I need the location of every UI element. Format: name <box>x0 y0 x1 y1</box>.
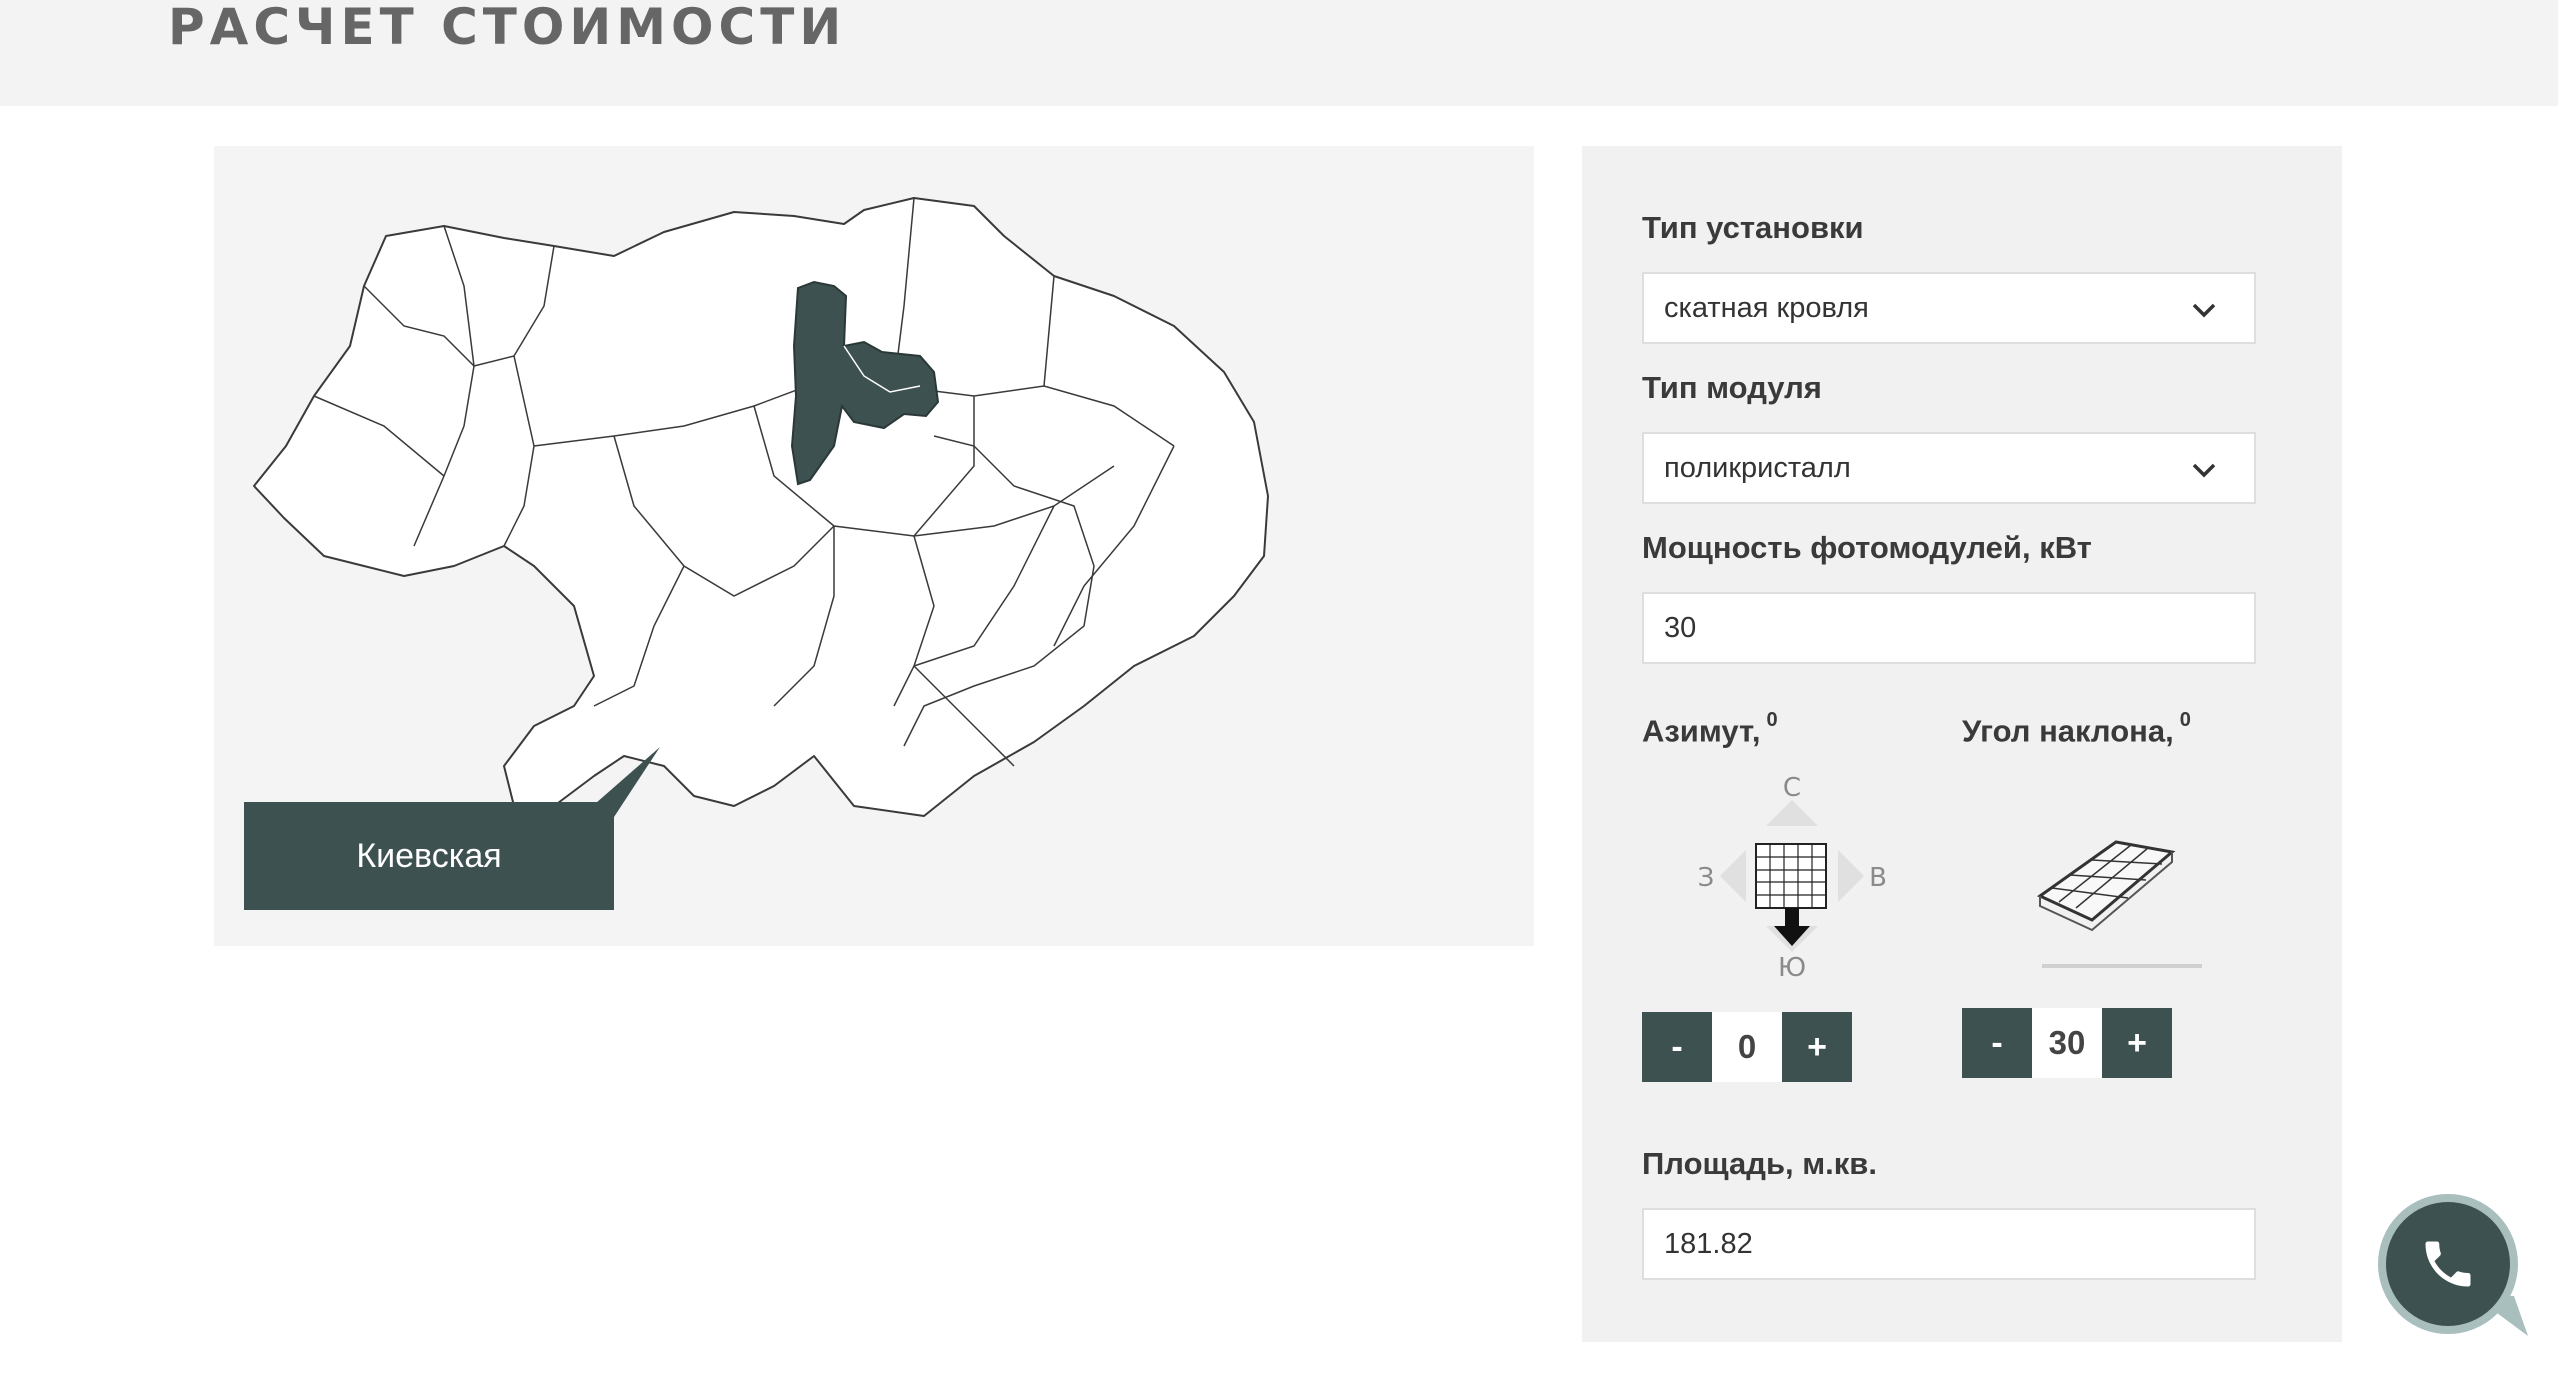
azimuth-label: Азимут, 0 <box>1642 706 1778 749</box>
page-title: РАСЧЕТ СТОИМОСТИ <box>168 0 847 56</box>
power-input[interactable]: 30 <box>1642 592 2256 664</box>
chevron-down-icon <box>2192 463 2216 478</box>
tilt-decrease-button[interactable]: - <box>1962 1008 2032 1078</box>
map-outline <box>253 197 1269 817</box>
calculator-form: Тип установки скатная кровля Тип модуля … <box>1582 146 2342 1342</box>
selected-region-label: Киевская <box>244 802 614 910</box>
phone-icon <box>2425 1241 2471 1287</box>
install-type-label: Тип установки <box>1642 210 1864 245</box>
install-type-value: скатная кровля <box>1664 292 1869 324</box>
chevron-down-icon <box>2192 303 2216 318</box>
tilt-label: Угол наклона, 0 <box>1962 706 2191 749</box>
tilt-degree-unit: 0 <box>2179 709 2191 731</box>
module-type-value: поликристалл <box>1664 452 1851 484</box>
azimuth-compass-icon: С З В Ю <box>1698 773 1887 980</box>
azimuth-label-text: Азимут, <box>1642 713 1761 749</box>
compass-west: З <box>1698 863 1715 893</box>
compass-east: В <box>1869 863 1887 893</box>
compass-north: С <box>1783 773 1801 803</box>
tilt-value[interactable]: 30 <box>2032 1008 2102 1078</box>
module-type-select[interactable]: поликристалл <box>1642 432 2256 504</box>
azimuth-value[interactable]: 0 <box>1712 1012 1782 1082</box>
area-label: Площадь, м.кв. <box>1642 1146 1877 1181</box>
tilt-baseline <box>2042 964 2202 968</box>
azimuth-degree-unit: 0 <box>1766 709 1778 731</box>
module-type-label: Тип модуля <box>1642 370 1822 405</box>
compass-south: Ю <box>1778 953 1806 980</box>
call-button[interactable] <box>2378 1194 2518 1334</box>
azimuth-stepper: - 0 + <box>1642 1012 1852 1082</box>
install-type-select[interactable]: скатная кровля <box>1642 272 2256 344</box>
tilt-increase-button[interactable]: + <box>2102 1008 2172 1078</box>
tilt-stepper: - 30 + <box>1962 1008 2172 1078</box>
map-panel: Киевская <box>214 146 1534 946</box>
top-bar: РАСЧЕТ СТОИМОСТИ <box>0 0 2558 106</box>
azimuth-increase-button[interactable]: + <box>1782 1012 1852 1082</box>
area-input[interactable]: 181.82 <box>1642 1208 2256 1280</box>
power-label: Мощность фотомодулей, кВт <box>1642 530 2092 565</box>
tilt-label-text: Угол наклона, <box>1962 713 2174 749</box>
tilt-panel-icon <box>2037 840 2176 932</box>
azimuth-decrease-button[interactable]: - <box>1642 1012 1712 1082</box>
